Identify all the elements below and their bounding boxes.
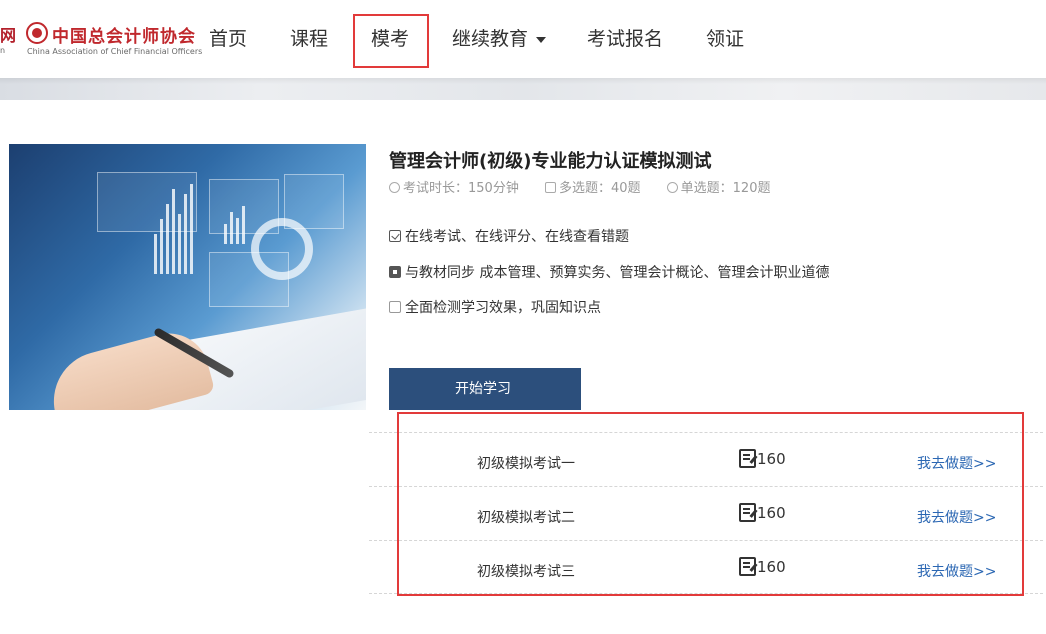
header-banner-strip [0,78,1046,100]
duration-text: 考试时长：150分钟 [403,181,519,196]
logo-cut-sub: n [0,46,6,55]
check-box-icon [389,230,401,242]
book-icon [389,266,401,278]
exam-list-highlight [397,412,1024,596]
feature-textbook-sync: 与教材同步 成本管理、预算实务、管理会计概论、管理会计职业道德 [389,262,829,282]
edit-icon [389,301,401,313]
logo-cut-text: 网 [0,26,17,45]
nav-courses[interactable]: 课程 [290,24,328,51]
feature-comprehensive-test-text: 全面检测学习效果，巩固知识点 [405,300,601,316]
clock-icon [389,182,400,193]
single-choice-text: 单选题：120题 [680,181,771,196]
nav-continuing-education-label: 继续教育 [452,28,529,50]
nav-certificate[interactable]: 领证 [706,24,744,51]
course-cover-image [9,144,366,410]
radio-check-icon [666,182,678,193]
top-header: 网 n 中国总会计师协会 China Association of Chief … [0,0,1046,78]
feature-textbook-sync-text: 与教材同步 成本管理、预算实务、管理会计概论、管理会计职业道德 [405,265,830,281]
nav-continuing-education[interactable]: 继续教育 [452,24,547,51]
multi-choice-meta: 多选题：40题 [544,181,641,196]
start-learning-button[interactable]: 开始学习 [389,368,581,410]
logo-subtitle: China Association of Chief Financial Off… [27,47,203,56]
logo-title[interactable]: 中国总会计师协会 [52,22,196,47]
feature-comprehensive-test: 全面检测学习效果，巩固知识点 [389,297,601,317]
nav-mock-exam-highlight [353,14,429,68]
nav-exam-registration[interactable]: 考试报名 [587,24,663,51]
association-logo-icon[interactable] [26,22,48,44]
multi-choice-text: 多选题：40题 [558,181,641,196]
caret-down-icon [536,36,547,43]
course-meta: 考试时长：150分钟 多选题：40题 单选题：120题 [389,177,792,196]
feature-online-exam: 在线考试、在线评分、在线查看错题 [389,226,629,246]
single-choice-meta: 单选题：120题 [666,181,771,196]
feature-online-exam-text: 在线考试、在线评分、在线查看错题 [405,229,629,245]
nav-home[interactable]: 首页 [209,24,247,51]
duration-meta: 考试时长：150分钟 [389,181,519,196]
checkbox-icon [544,182,556,193]
course-title: 管理会计师(初级)专业能力认证模拟测试 [389,151,712,172]
